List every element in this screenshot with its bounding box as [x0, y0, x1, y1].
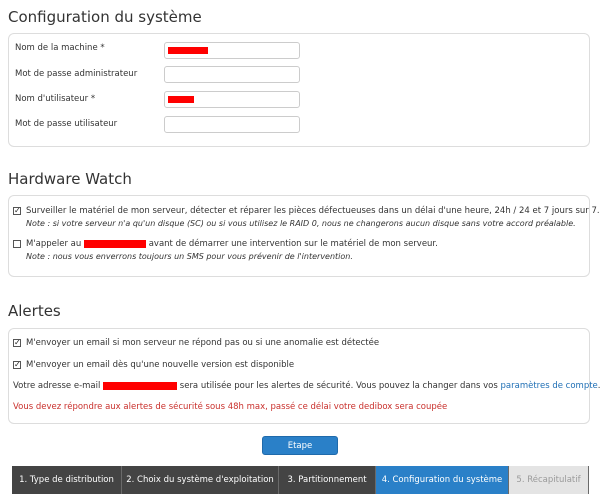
alert-version-label: M'envoyer un email dès qu'une nouvelle v… — [26, 360, 295, 370]
username-input[interactable] — [164, 91, 300, 108]
config-panel: Nom de la machine * Mot de passe adminis… — [8, 33, 590, 147]
next-step-button[interactable]: Etape suivante — [262, 436, 338, 468]
user-password-input[interactable] — [164, 116, 300, 133]
step-distribution-type[interactable]: 1. Type de distribution — [12, 466, 122, 494]
redacted-hostname — [168, 47, 208, 54]
alert-anomaly-label: M'envoyer un email si mon serveur ne rép… — [26, 338, 380, 348]
section-title-config: Configuration du système — [8, 8, 202, 26]
hardware-monitor-label: Surveiller le matériel de mon serveur, d… — [26, 206, 600, 216]
hostname-label: Nom de la machine * — [15, 43, 105, 53]
hardware-call-label: M'appeler au avant de démarrer une inter… — [26, 239, 438, 249]
step-partitioning[interactable]: 3. Partitionnement — [279, 466, 376, 494]
user-password-label: Mot de passe utilisateur — [15, 119, 118, 129]
alert-anomaly-checkbox[interactable]: ✓ — [13, 339, 21, 347]
redacted-email — [103, 381, 178, 390]
hardware-panel: ✓ Surveiller le matériel de mon serveur,… — [8, 195, 600, 277]
alert-email-sentence: Votre adresse e-mail sera utilisée pour … — [13, 381, 600, 391]
account-settings-link[interactable]: paramètres de compte — [501, 381, 598, 391]
hardware-monitor-checkbox[interactable]: ✓ — [13, 207, 21, 215]
step-os-choice[interactable]: 2. Choix du système d'exploitation — [122, 466, 279, 494]
hardware-call-checkbox[interactable] — [13, 240, 21, 248]
hardware-call-note: Note : nous vous enverrons toujours un S… — [26, 252, 353, 261]
alerts-panel: ✓ M'envoyer un email si mon serveur ne r… — [8, 328, 600, 424]
section-title-alerts: Alertes — [8, 302, 61, 320]
hostname-input[interactable] — [164, 42, 300, 59]
admin-password-input[interactable] — [164, 66, 300, 83]
step-summary: 5. Récapitulatif — [509, 466, 589, 494]
hardware-monitor-note: Note : si votre serveur n'a qu'un disque… — [26, 219, 576, 228]
username-label: Nom d'utilisateur * — [15, 94, 96, 104]
section-title-hardware: Hardware Watch — [8, 170, 132, 188]
redacted-phone — [84, 239, 146, 248]
security-warning: Vous devez répondre aux alertes de sécur… — [13, 402, 448, 412]
admin-password-label: Mot de passe administrateur — [15, 69, 138, 79]
wizard-steps: 1. Type de distribution 2. Choix du syst… — [12, 466, 589, 494]
alert-version-checkbox[interactable]: ✓ — [13, 361, 21, 369]
redacted-username — [168, 96, 194, 103]
step-system-configuration[interactable]: 4. Configuration du système — [376, 466, 509, 494]
